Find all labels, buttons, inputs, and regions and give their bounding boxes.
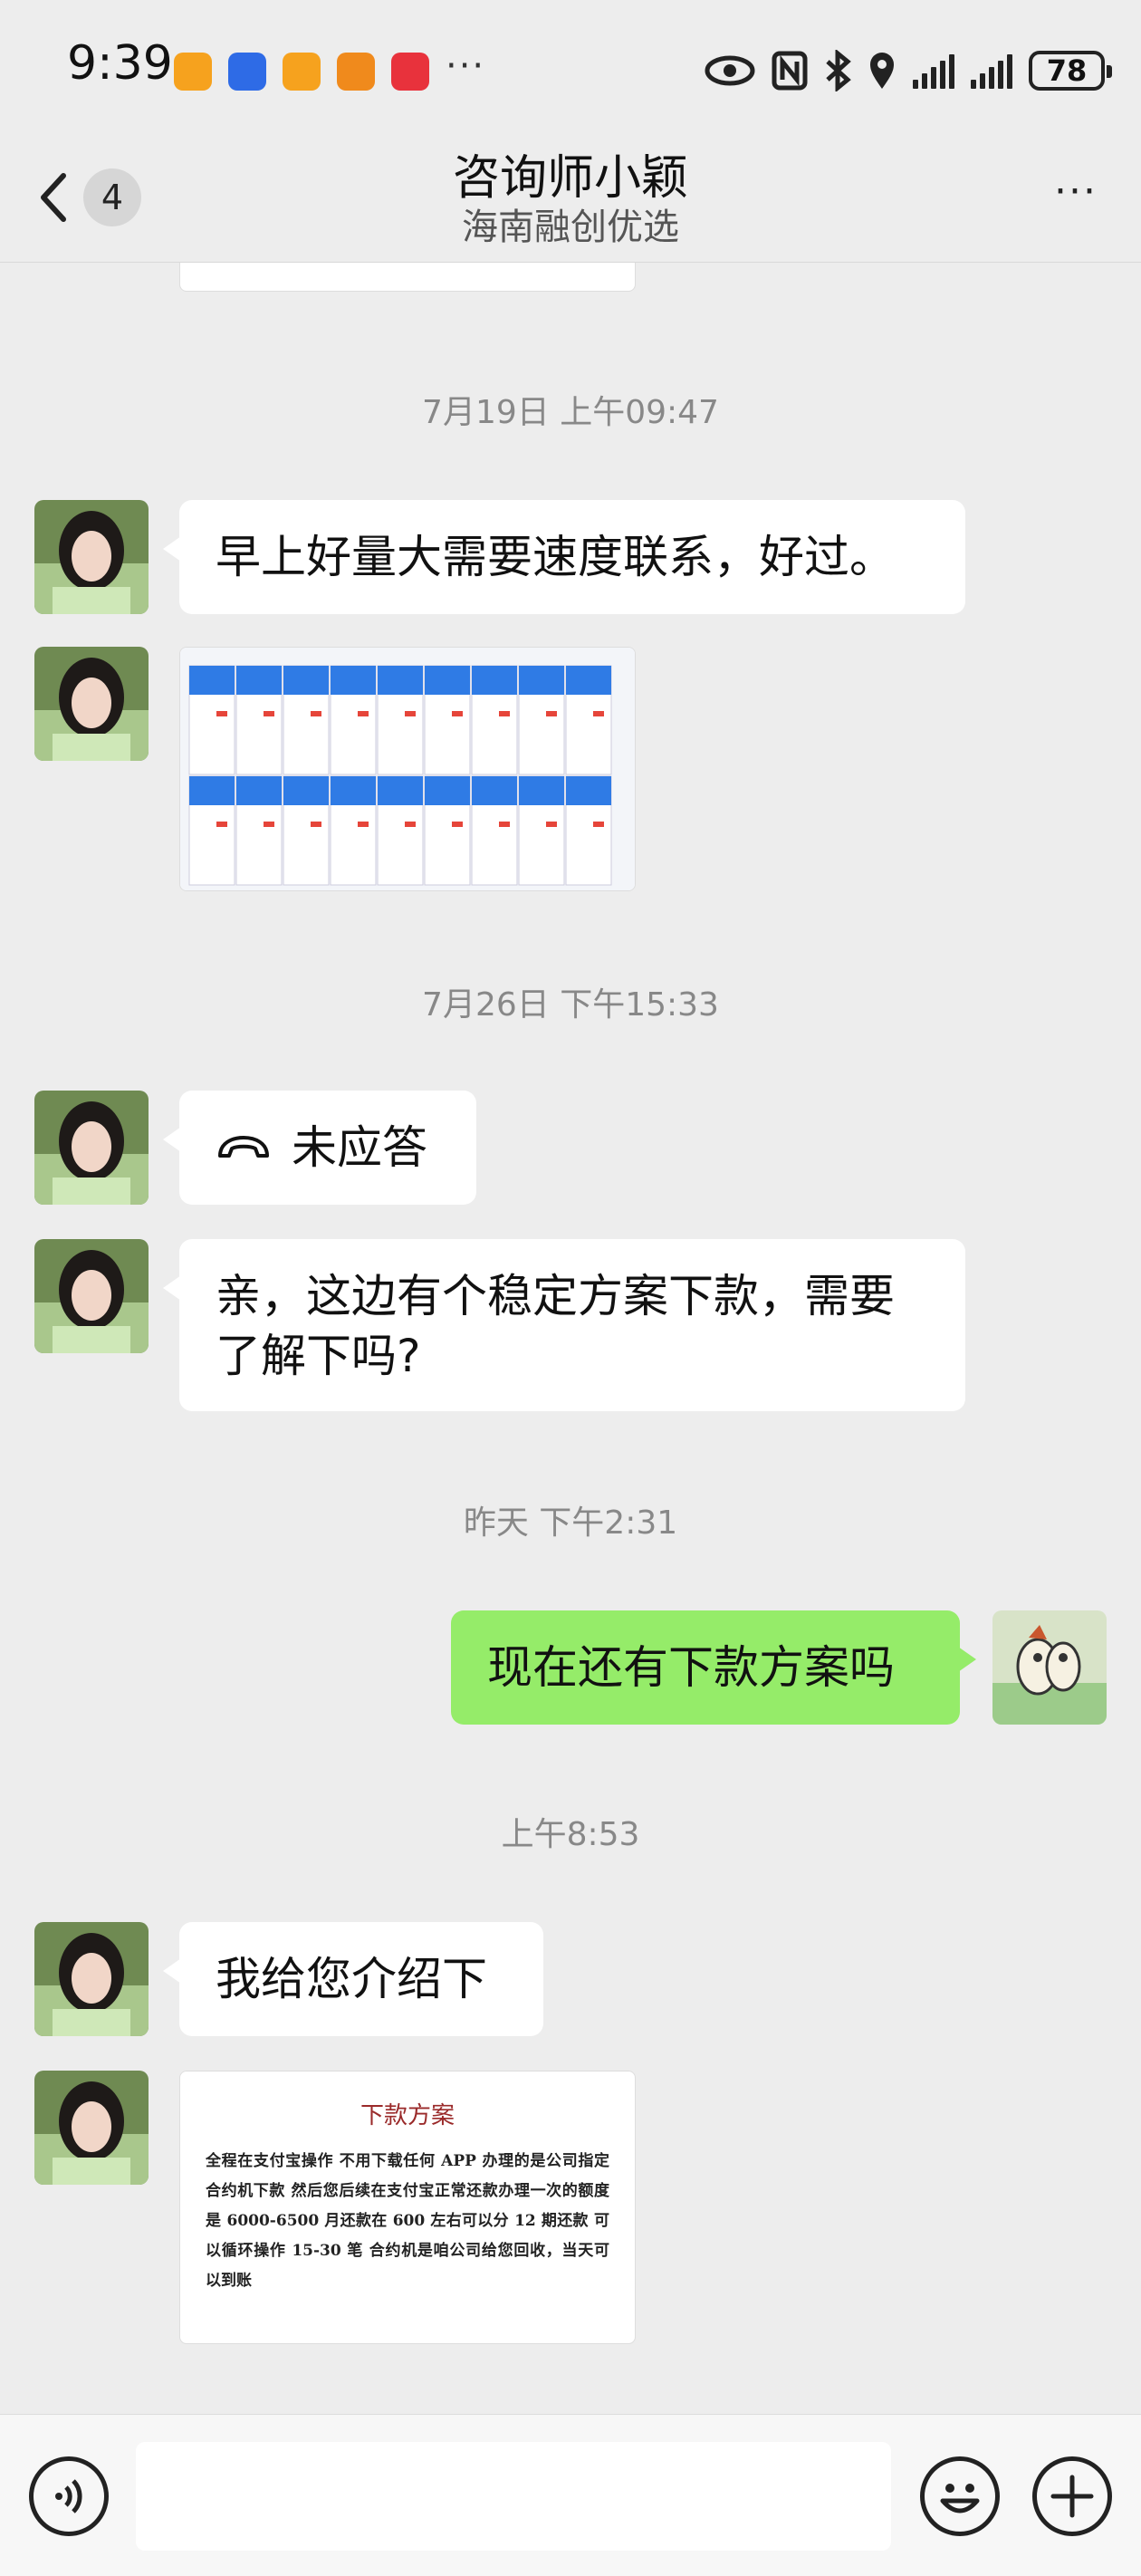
doc-body: 全程在支付宝操作 不用下载任何 APP 办理的是公司指定合约机下款 然后您后续在… xyxy=(206,2152,609,2290)
more-icon[interactable]: ··· xyxy=(1054,168,1098,215)
timestamp: 昨天 下午2:31 xyxy=(463,1504,678,1542)
app-notification-icon xyxy=(228,53,266,91)
image-message[interactable] xyxy=(179,647,636,891)
page-subtitle: 海南融创优选 xyxy=(462,207,679,248)
status-bar: 9:39 ··· 78 xyxy=(0,0,1141,136)
emoji-button[interactable] xyxy=(920,2456,1000,2536)
timestamp: 7月19日 上午09:47 xyxy=(422,394,719,431)
app-notification-icon xyxy=(283,53,321,91)
message-list[interactable]: 7月19日 上午09:47 早上好量大需要速度联系，好过。 7月26日 下午15… xyxy=(0,263,1141,2414)
plus-icon xyxy=(1050,2475,1094,2518)
doc-title: 下款方案 xyxy=(360,2102,455,2129)
my-avatar[interactable] xyxy=(992,1610,1107,1725)
call-status-text: 未应答 xyxy=(292,1121,427,1174)
voice-icon xyxy=(55,2479,82,2514)
location-icon xyxy=(870,53,894,89)
document-image-message[interactable]: 下款方案 全程在支付宝操作 不用下载任何 APP 办理的是公司指定合约机下款 然… xyxy=(179,2071,636,2344)
emoji-icon xyxy=(940,2484,980,2514)
input-bar xyxy=(0,2414,1141,2576)
voice-button[interactable] xyxy=(29,2456,109,2536)
plus-button[interactable] xyxy=(1032,2456,1112,2536)
avatar[interactable] xyxy=(34,1239,149,1353)
message-bubble[interactable]: 亲，这边有个稳定方案下款，需要了解下吗? xyxy=(163,1239,965,1411)
bluetooth-icon xyxy=(826,50,851,91)
timestamp: 上午8:53 xyxy=(501,1816,640,1853)
chat-header: 4 咨询师小颖 海南融创优选 ··· xyxy=(0,136,1141,263)
avatar[interactable] xyxy=(34,500,149,614)
status-time: 9:39 xyxy=(67,36,173,91)
message-input[interactable] xyxy=(136,2442,891,2551)
avatar[interactable] xyxy=(34,647,149,761)
nfc-icon xyxy=(772,51,808,91)
message-bubble[interactable]: 我给您介绍下 xyxy=(163,1922,543,2036)
my-message-bubble[interactable]: 现在还有下款方案吗 xyxy=(451,1610,976,1725)
avatar[interactable] xyxy=(34,2071,149,2185)
signal-icon xyxy=(971,53,1012,89)
call-bubble[interactable]: 未应答 xyxy=(163,1091,476,1205)
app-notification-icon xyxy=(337,53,375,91)
timestamp: 7月26日 下午15:33 xyxy=(422,986,719,1024)
avatar[interactable] xyxy=(34,1091,149,1205)
signal-icon xyxy=(913,53,954,89)
avatar[interactable] xyxy=(34,1922,149,2036)
app-notification-icon xyxy=(174,53,212,91)
app-notification-icon xyxy=(391,53,429,91)
screenshot-grid-image xyxy=(180,648,635,890)
image-message-partial[interactable] xyxy=(179,263,636,292)
battery-icon: 78 xyxy=(1029,51,1112,91)
message-bubble[interactable]: 早上好量大需要速度联系，好过。 xyxy=(163,500,965,614)
eye-icon xyxy=(705,55,755,86)
system-icons: 78 xyxy=(705,47,1112,94)
more-notifications-icon: ··· xyxy=(446,45,486,87)
missed-call-icon xyxy=(218,1136,269,1158)
